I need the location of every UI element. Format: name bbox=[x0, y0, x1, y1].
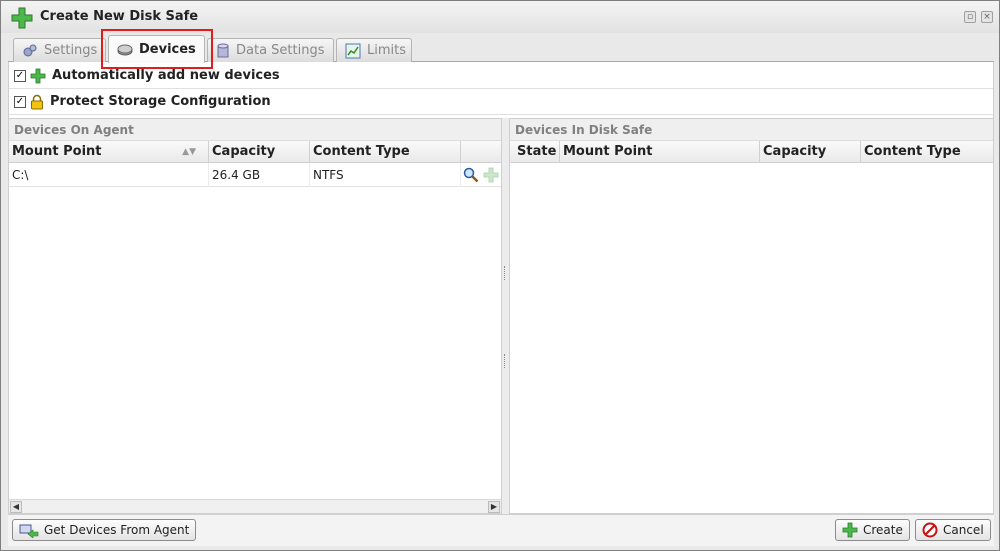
create-disk-safe-window: Create New Disk Safe ▫ × Settings Device… bbox=[0, 0, 1000, 551]
table-row[interactable]: C:\ 26.4 GB NTFS bbox=[9, 163, 501, 187]
column-actions bbox=[461, 141, 501, 163]
auto-add-devices-option[interactable]: ✓ Automatically add new devices bbox=[9, 63, 993, 89]
row-actions bbox=[461, 163, 501, 187]
close-icon[interactable]: × bbox=[981, 11, 993, 23]
tab-label: Devices bbox=[139, 42, 196, 57]
devices-on-agent-panel: Devices On Agent Mount Point ▲▼ Capacity… bbox=[8, 118, 502, 514]
plus-icon bbox=[30, 68, 46, 83]
splitter-grip[interactable] bbox=[504, 354, 506, 368]
grid-header: State Mount Point Capacity Content Type bbox=[510, 141, 993, 163]
maximize-icon[interactable]: ▫ bbox=[964, 11, 976, 23]
add-disk-safe-icon bbox=[11, 7, 33, 29]
add-device-icon[interactable] bbox=[483, 167, 499, 183]
auto-add-label: Automatically add new devices bbox=[52, 68, 280, 83]
panel-title: Devices On Agent bbox=[9, 119, 501, 141]
tab-strip: Settings Devices Data Settings Limits bbox=[8, 35, 994, 63]
auto-add-checkbox[interactable]: ✓ bbox=[14, 69, 26, 82]
scroll-left-icon[interactable]: ◀ bbox=[10, 501, 22, 513]
tab-devices[interactable]: Devices bbox=[108, 35, 205, 63]
magnifier-icon[interactable] bbox=[463, 167, 479, 183]
column-mount-point[interactable]: Mount Point ▲▼ bbox=[9, 141, 209, 163]
protect-storage-checkbox[interactable]: ✓ bbox=[14, 95, 26, 108]
get-devices-icon bbox=[19, 524, 39, 538]
database-icon bbox=[217, 43, 229, 57]
column-content-type[interactable]: Content Type bbox=[861, 141, 993, 163]
window-title: Create New Disk Safe bbox=[40, 9, 199, 24]
devices-in-disk-safe-panel: Devices In Disk Safe State Mount Point C… bbox=[509, 118, 994, 514]
tab-limits[interactable]: Limits bbox=[336, 38, 412, 62]
tab-data-settings[interactable]: Data Settings bbox=[207, 38, 334, 62]
get-devices-button[interactable]: Get Devices From Agent bbox=[12, 519, 197, 541]
column-capacity[interactable]: Capacity bbox=[209, 141, 310, 163]
cancel-button[interactable]: Cancel bbox=[915, 519, 991, 541]
cell-mount-point: C:\ bbox=[9, 163, 209, 187]
column-mount-point[interactable]: Mount Point bbox=[560, 141, 760, 163]
sort-icon[interactable]: ▲▼ bbox=[182, 141, 196, 163]
tab-label: Limits bbox=[367, 43, 406, 58]
column-state[interactable]: State bbox=[510, 141, 560, 163]
protect-storage-option[interactable]: ✓ Protect Storage Configuration bbox=[9, 89, 993, 115]
chart-icon bbox=[345, 43, 361, 58]
horizontal-scrollbar[interactable]: ◀ ▶ bbox=[9, 499, 501, 513]
plus-icon bbox=[842, 522, 858, 538]
panel-title: Devices In Disk Safe bbox=[510, 119, 993, 141]
grid-header: Mount Point ▲▼ Capacity Content Type bbox=[9, 141, 501, 163]
disk-icon bbox=[117, 44, 133, 55]
splitter-grip[interactable] bbox=[504, 266, 506, 280]
protect-storage-label: Protect Storage Configuration bbox=[50, 94, 271, 109]
tab-label: Data Settings bbox=[236, 43, 325, 58]
title-bar: Create New Disk Safe ▫ × bbox=[1, 1, 999, 33]
tab-label: Settings bbox=[44, 43, 98, 58]
cancel-icon bbox=[922, 522, 938, 538]
panel-splitter[interactable] bbox=[502, 118, 509, 514]
options-section: ✓ Automatically add new devices ✓ Protec… bbox=[8, 62, 994, 118]
dialog-footer: Get Devices From Agent Create Cancel bbox=[8, 514, 994, 546]
column-content-type[interactable]: Content Type bbox=[310, 141, 461, 163]
create-button[interactable]: Create bbox=[835, 519, 910, 541]
tab-settings[interactable]: Settings bbox=[13, 38, 106, 62]
cell-capacity: 26.4 GB bbox=[209, 163, 310, 187]
cell-content-type: NTFS bbox=[310, 163, 461, 187]
lock-icon bbox=[31, 94, 43, 109]
scroll-right-icon[interactable]: ▶ bbox=[488, 501, 500, 513]
gears-icon bbox=[23, 44, 37, 56]
column-capacity[interactable]: Capacity bbox=[760, 141, 861, 163]
